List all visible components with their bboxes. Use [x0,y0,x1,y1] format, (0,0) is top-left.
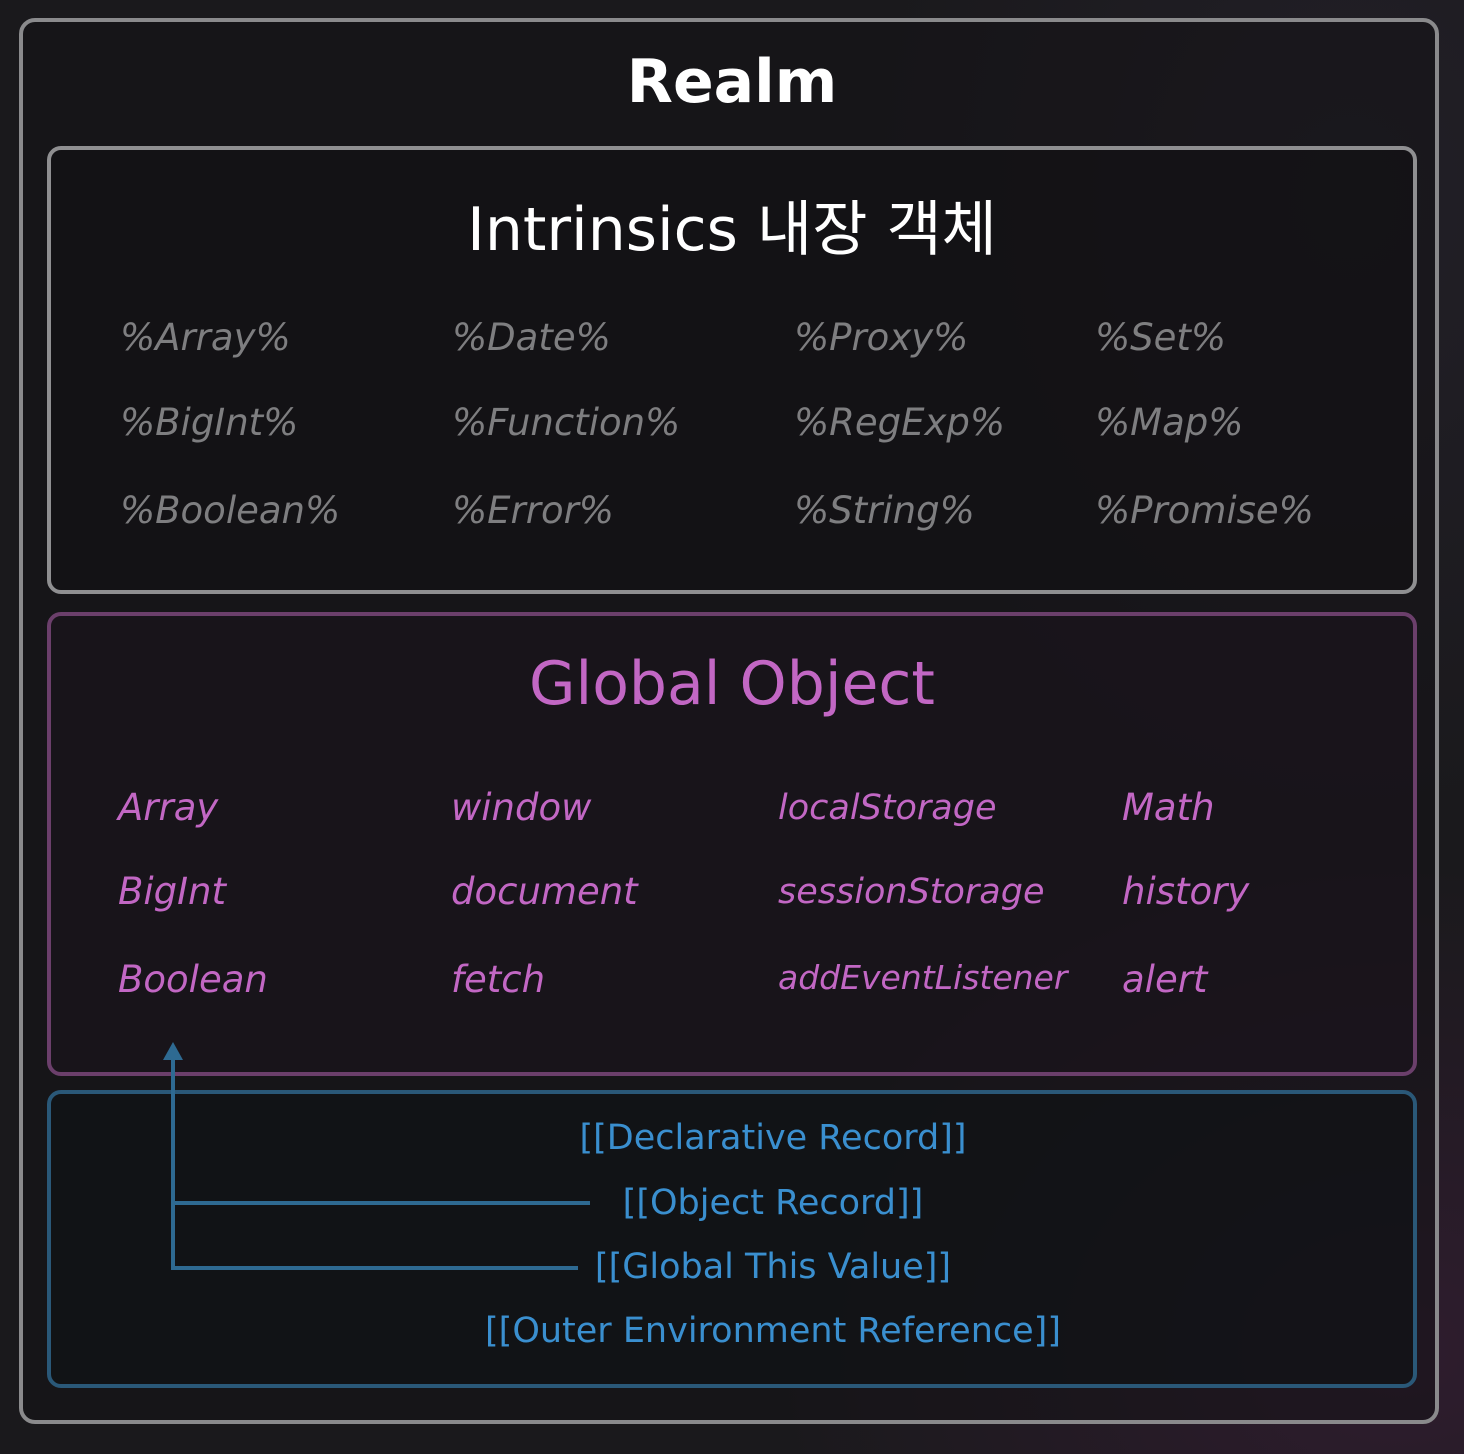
object-record: [[Object Record]] [622,1183,924,1223]
intrinsic-promise: %Promise% [1095,489,1314,532]
intrinsic-error: %Error% [452,489,614,532]
global-localstorage: localStorage [778,788,997,828]
intrinsic-array: %Array% [120,316,291,359]
global-fetch: fetch [451,958,546,1001]
global-history: history [1122,870,1250,913]
intrinsic-regexp: %RegExp% [794,401,1006,444]
intrinsic-bigint: %BigInt% [120,401,299,444]
global-array: Array [118,786,219,829]
global-boolean: Boolean [118,958,268,1001]
intrinsic-proxy: %Proxy% [794,316,969,359]
global-document: document [451,870,638,913]
global-alert: alert [1122,958,1208,1001]
declarative-record: [[Declarative Record]] [579,1118,967,1158]
intrinsic-date: %Date% [452,316,611,359]
global-object-box: Global Object [47,612,1417,1076]
intrinsic-string: %String% [794,489,975,532]
global-object-title: Global Object [529,649,935,719]
global-bigint: BigInt [118,870,227,913]
realm-title: Realm [626,47,838,117]
global-this-value: [[Global This Value]] [594,1247,952,1287]
intrinsic-set: %Set% [1095,316,1227,359]
intrinsic-boolean: %Boolean% [120,489,341,532]
intrinsic-map: %Map% [1095,401,1244,444]
global-sessionstorage: sessionStorage [778,872,1045,912]
global-math: Math [1122,786,1215,829]
intrinsics-title: Intrinsics 내장 객체 [467,195,997,265]
global-addeventlistener: addEventListener [778,958,1068,997]
global-window: window [451,786,592,829]
intrinsic-function: %Function% [452,401,681,444]
outer-environment-reference: [[Outer Environment Reference]] [485,1311,1061,1351]
